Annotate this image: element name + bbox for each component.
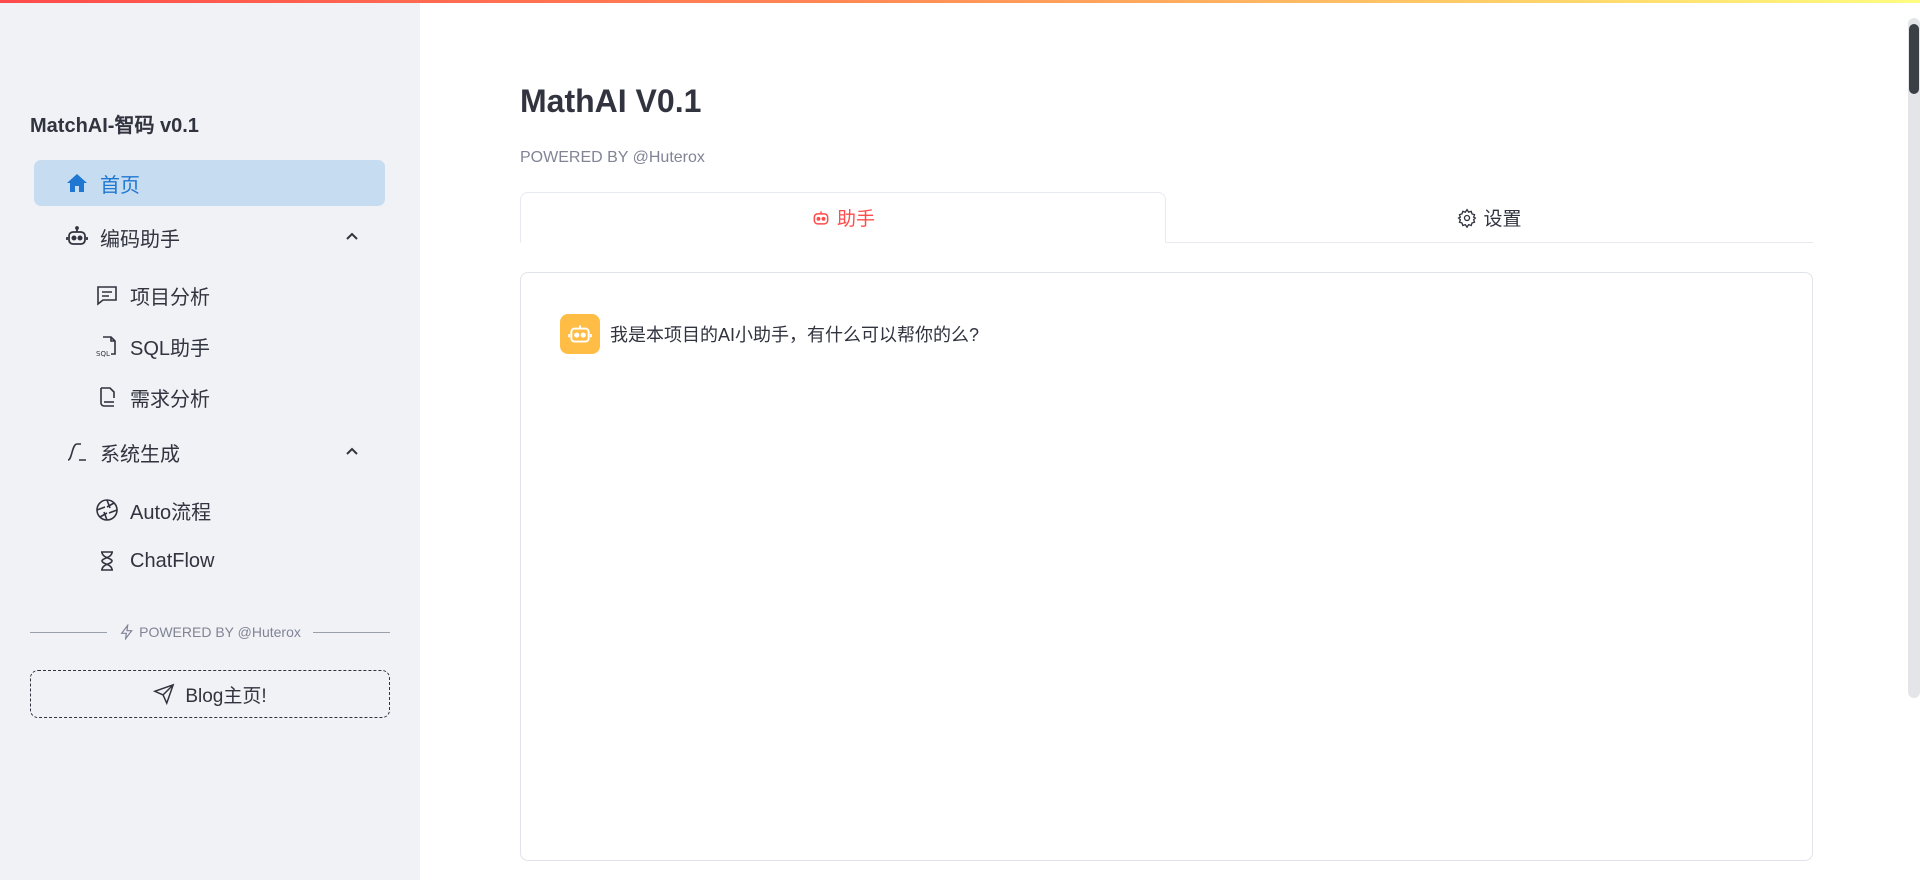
sidebar-group-coding[interactable]: 编码助手 (64, 217, 364, 257)
hourglass-icon (94, 548, 120, 574)
page-title: MathAI V0.1 (520, 83, 702, 119)
message-square-icon (94, 282, 120, 308)
home-icon (64, 170, 90, 196)
chevron-up-icon[interactable] (340, 225, 364, 249)
function-icon (64, 439, 90, 465)
sidebar-item-auto-flow[interactable]: Auto流程 (94, 490, 211, 530)
aperture-icon (94, 497, 120, 523)
robot-icon (813, 210, 829, 225)
robot-icon (64, 224, 90, 250)
gear-icon (1458, 207, 1477, 228)
blog-button-label: Blog主页! (185, 685, 267, 707)
sidebar-item-label: SQL助手 (130, 337, 211, 360)
sidebar-item-label: 项目分析 (130, 286, 210, 309)
page-caption: POWERED BY @Huterox (520, 149, 705, 166)
tab-settings[interactable]: 设置 (1166, 192, 1813, 243)
svg-text:SQL: SQL (96, 350, 110, 358)
divider-caption: POWERED BY @Huterox (107, 624, 313, 640)
divider-line (30, 631, 108, 633)
divider-line (312, 631, 390, 633)
sidebar-brand: MatchAI-智码 v0.1 (30, 115, 199, 137)
sidebar-item-label: 需求分析 (130, 388, 210, 411)
document-icon (94, 384, 120, 410)
chat-container: 我是本项目的AI小助手，有什么可以帮你的么? (520, 272, 1813, 861)
tab-assistant[interactable]: 助手 (520, 192, 1166, 243)
blog-home-button[interactable]: Blog主页! (30, 670, 390, 718)
send-icon (153, 683, 175, 705)
sidebar-item-label: 首页 (100, 174, 140, 197)
sidebar-group-label: 系统生成 (100, 443, 180, 466)
powered-by-text: POWERED BY @Huterox (139, 624, 301, 640)
chevron-up-icon[interactable] (340, 440, 364, 464)
sidebar-item-home[interactable]: 首页 (34, 160, 385, 206)
lightning-icon (120, 624, 133, 640)
sidebar-item-requirement-analysis[interactable]: 需求分析 (94, 377, 210, 417)
sidebar-divider: POWERED BY @Huterox (30, 621, 390, 643)
page-scrollbar[interactable] (1908, 18, 1920, 698)
scrollbar-thumb[interactable] (1909, 24, 1919, 94)
sidebar-item-chatflow[interactable]: ChatFlow (94, 541, 214, 581)
tab-bar: 助手 设置 (520, 192, 1813, 243)
tab-label: 助手 (836, 209, 875, 230)
sql-file-icon: SQL (94, 333, 120, 359)
chat-message: 我是本项目的AI小助手，有什么可以帮你的么? (560, 314, 979, 354)
sidebar-item-project-analysis[interactable]: 项目分析 (94, 275, 210, 315)
sidebar-group-system-generation[interactable]: 系统生成 (64, 432, 364, 472)
assistant-avatar (560, 314, 600, 354)
robot-icon (568, 325, 592, 343)
sidebar-item-sql-assistant[interactable]: SQL SQL助手 (94, 326, 210, 366)
sidebar-group-label: 编码助手 (100, 228, 180, 251)
sidebar-item-label: ChatFlow (130, 549, 215, 572)
sidebar: MatchAI-智码 v0.1 首页 编码助手 项目分析 SQL SQL助手 需… (0, 3, 420, 880)
tab-label: 设置 (1483, 209, 1522, 230)
sidebar-item-label: Auto流程 (130, 501, 212, 524)
main-content: MathAI V0.1 POWERED BY @Huterox 助手 设置 我是… (420, 3, 1920, 880)
chat-message-text: 我是本项目的AI小助手，有什么可以帮你的么? (610, 325, 980, 345)
